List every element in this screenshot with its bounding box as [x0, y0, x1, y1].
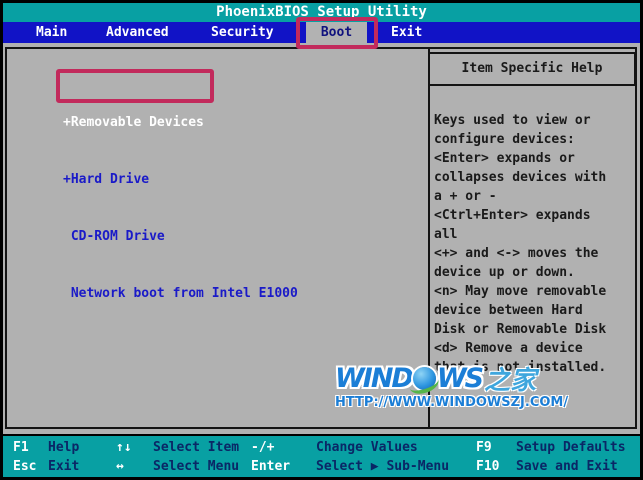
tab-security[interactable]: Security: [211, 22, 274, 43]
hint-label-help: Help: [48, 440, 80, 455]
help-panel-text: Keys used to view or configure devices: …: [434, 113, 607, 375]
hint-label-setup-defaults: Setup Defaults: [516, 440, 626, 455]
watermark-logo-text-right: WS: [436, 362, 484, 394]
key-hint-bar: F1 Help ↑↓ Select Item -/+ Change Values…: [3, 434, 640, 477]
hint-label-select-menu: Select Menu: [153, 459, 240, 474]
hint-label-select-submenu: Select ▶ Sub-Menu: [316, 459, 450, 474]
tab-advanced[interactable]: Advanced: [106, 22, 169, 43]
tab-exit[interactable]: Exit: [391, 22, 422, 43]
help-panel-title: Item Specific Help: [428, 52, 636, 86]
hint-label-select-item: Select Item: [153, 440, 240, 455]
hint-key-f1: F1: [13, 440, 29, 455]
tab-main[interactable]: Main: [36, 22, 67, 43]
hint-key-f9: F9: [476, 440, 492, 455]
boot-device-list: +Removable Devices +Hard Drive CD-ROM Dr…: [63, 75, 298, 341]
leftright-arrows-icon: ↔: [116, 459, 124, 474]
removable-devices-highlight-box: [56, 69, 214, 103]
boot-item-network-boot[interactable]: Network boot from Intel E1000: [63, 284, 298, 303]
windowszj-watermark: WIND WS 之家 HTTP://WWW.WINDOWSZJ.COM/: [335, 362, 569, 411]
hint-label-change-values: Change Values: [316, 440, 418, 455]
hint-key-f10: F10: [476, 459, 500, 474]
boot-tab-highlight-box: [296, 17, 378, 49]
updown-arrows-icon: ↑↓: [116, 440, 132, 455]
boot-item-removable-devices[interactable]: +Removable Devices: [63, 113, 298, 132]
boot-item-hard-drive[interactable]: +Hard Drive: [63, 170, 298, 189]
hint-key-esc: Esc: [13, 459, 37, 474]
watermark-logo-text-left: WIND: [335, 362, 414, 394]
hint-label-save-and-exit: Save and Exit: [516, 459, 618, 474]
boot-item-cdrom-drive[interactable]: CD-ROM Drive: [63, 227, 298, 246]
globe-icon: [412, 366, 436, 390]
hint-key-plusminus: -/+: [251, 440, 275, 455]
hint-label-exit: Exit: [48, 459, 80, 474]
watermark-logo-cn: 之家: [484, 365, 537, 396]
bios-screen: PhoenixBIOS Setup Utility Main Advanced …: [0, 0, 643, 480]
watermark-url: HTTP://WWW.WINDOWSZJ.COM/: [335, 395, 569, 410]
hint-key-enter: Enter: [251, 459, 291, 474]
